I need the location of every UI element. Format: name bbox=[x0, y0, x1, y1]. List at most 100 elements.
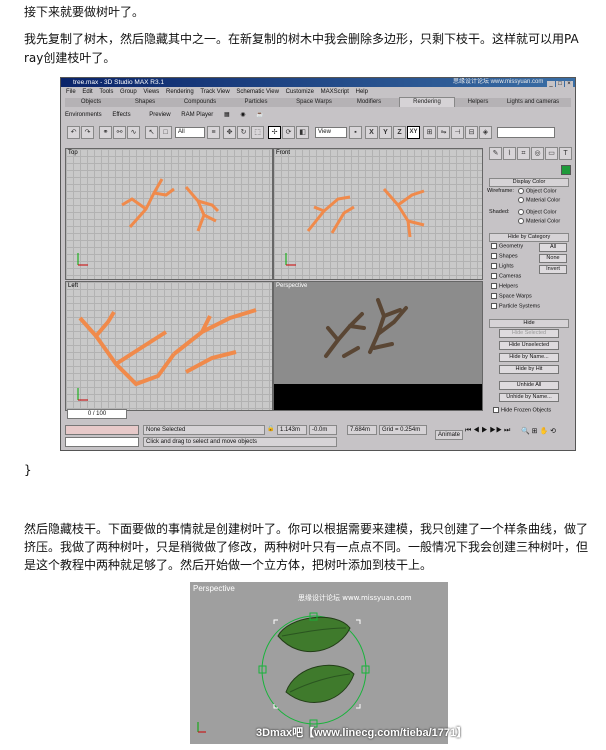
region-icon[interactable]: □ bbox=[159, 126, 172, 139]
shaded-material-color[interactable]: Material Color bbox=[518, 218, 560, 224]
pivot-icon[interactable]: ▪ bbox=[349, 126, 362, 139]
close-icon[interactable]: × bbox=[565, 81, 573, 88]
menu-rendering[interactable]: Rendering bbox=[166, 89, 194, 95]
unhide-all-button[interactable]: Unhide All bbox=[499, 381, 559, 390]
teapot-icon[interactable]: ☕ bbox=[256, 110, 263, 120]
environments-button[interactable]: Environments bbox=[65, 110, 102, 120]
axis-xy-button[interactable]: XY bbox=[407, 126, 420, 139]
tab-rendering[interactable]: Rendering bbox=[399, 97, 455, 107]
reference-coordinate-dropdown[interactable]: View bbox=[315, 127, 347, 138]
hide-selected-button[interactable]: Hide Selected bbox=[499, 329, 559, 338]
unlink-icon[interactable]: ⚯ bbox=[113, 126, 126, 139]
shaded-object-color[interactable]: Object Color bbox=[518, 209, 557, 215]
category-geometry[interactable]: Geometry bbox=[491, 243, 523, 249]
mirror-icon[interactable]: ⇋ bbox=[437, 126, 450, 139]
menu-maxscript[interactable]: MAXScript bbox=[321, 89, 349, 95]
create-icon[interactable]: ✎ bbox=[489, 147, 502, 160]
rotate-icon[interactable]: ↻ bbox=[237, 126, 250, 139]
category-helpers[interactable]: Helpers bbox=[491, 283, 518, 289]
snap-icon[interactable]: ⊞ bbox=[423, 126, 436, 139]
unhide-by-name-button[interactable]: Unhide by Name... bbox=[499, 393, 559, 402]
menu-schematic-view[interactable]: Schematic View bbox=[236, 89, 279, 95]
display-icon[interactable]: ▭ bbox=[545, 147, 558, 160]
display-color-rollout[interactable]: Display Color bbox=[489, 178, 569, 187]
category-particle-systems[interactable]: Particle Systems bbox=[491, 303, 540, 309]
hide-by-category-rollout[interactable]: Hide by Category bbox=[489, 233, 569, 242]
menu-track-view[interactable]: Track View bbox=[200, 89, 229, 95]
minimize-icon[interactable]: _ bbox=[547, 81, 555, 88]
hierarchy-icon[interactable]: ⌗ bbox=[517, 147, 530, 160]
hide-frozen-checkbox[interactable]: Hide Frozen Objects bbox=[493, 407, 551, 413]
tab-particles[interactable]: Particles bbox=[235, 98, 277, 107]
menu-file[interactable]: File bbox=[66, 89, 76, 95]
menu-edit[interactable]: Edit bbox=[82, 89, 92, 95]
category-space-warps[interactable]: Space Warps bbox=[491, 293, 532, 299]
tab-space-warps[interactable]: Space Warps bbox=[289, 98, 339, 107]
align-icon[interactable]: ⊣ bbox=[451, 126, 464, 139]
category-shapes[interactable]: Shapes bbox=[491, 253, 518, 259]
hide-by-hit-button[interactable]: Hide by Hit bbox=[499, 365, 559, 374]
menu-group[interactable]: Group bbox=[120, 89, 137, 95]
viewport-left[interactable]: Left bbox=[65, 281, 273, 411]
none-button[interactable]: None bbox=[539, 254, 567, 263]
tab-lights-cameras[interactable]: Lights and cameras bbox=[497, 98, 569, 107]
link-icon[interactable]: ⚭ bbox=[99, 126, 112, 139]
axis-y-button[interactable]: Y bbox=[379, 126, 392, 139]
select-move-icon[interactable]: ✥ bbox=[223, 126, 236, 139]
select-by-name-icon[interactable]: ≡ bbox=[207, 126, 220, 139]
tab-compounds[interactable]: Compounds bbox=[177, 98, 223, 107]
invert-button[interactable]: Invert bbox=[539, 265, 567, 274]
wireframe-material-color[interactable]: Material Color bbox=[518, 197, 560, 203]
animate-button[interactable]: Animate bbox=[435, 430, 463, 440]
utilities-icon[interactable]: T bbox=[559, 147, 572, 160]
hide-unselected-button[interactable]: Hide Unselected bbox=[499, 341, 559, 350]
time-slider[interactable]: 0 / 100 bbox=[67, 409, 127, 419]
category-lights[interactable]: Lights bbox=[491, 263, 514, 269]
material-editor-icon[interactable]: ◈ bbox=[479, 126, 492, 139]
menu-views[interactable]: Views bbox=[143, 89, 159, 95]
lock-icon[interactable]: 🔒 bbox=[267, 425, 274, 432]
named-selection-dropdown[interactable] bbox=[497, 127, 555, 138]
ram-player-button[interactable]: RAM Player bbox=[181, 110, 213, 120]
viewport-nav-icon[interactable]: 🔍 ⊞ ✋ ⟲ bbox=[521, 427, 556, 435]
viewport-front[interactable]: Front bbox=[273, 148, 483, 280]
scale-icon[interactable]: ⬚ bbox=[251, 126, 264, 139]
wireframe-object-color[interactable]: Object Color bbox=[518, 188, 557, 194]
quick-render-icon[interactable]: ◉ bbox=[240, 110, 245, 120]
preview-button[interactable]: Preview bbox=[149, 110, 170, 120]
tab-modifiers[interactable]: Modifiers bbox=[349, 98, 389, 107]
hide-rollout[interactable]: Hide bbox=[489, 319, 569, 328]
tab-objects[interactable]: Objects bbox=[71, 98, 111, 107]
menu-help[interactable]: Help bbox=[356, 89, 368, 95]
rotate-view-icon[interactable]: ⟳ bbox=[282, 126, 295, 139]
maxscript-input[interactable] bbox=[65, 437, 139, 447]
color-swatch[interactable] bbox=[561, 165, 571, 175]
tab-shapes[interactable]: Shapes bbox=[125, 98, 165, 107]
axis-z-button[interactable]: Z bbox=[393, 126, 406, 139]
viewport-perspective[interactable]: Perspective bbox=[273, 281, 483, 411]
all-button[interactable]: All bbox=[539, 243, 567, 252]
menu-customize[interactable]: Customize bbox=[286, 89, 314, 95]
effects-button[interactable]: Effects bbox=[112, 110, 130, 120]
modify-icon[interactable]: ⌇ bbox=[503, 147, 516, 160]
move-icon[interactable]: ✢ bbox=[268, 126, 281, 139]
bind-icon[interactable]: ∿ bbox=[127, 126, 140, 139]
maximize-icon[interactable]: □ bbox=[556, 81, 564, 88]
render-icon[interactable]: ▦ bbox=[224, 110, 230, 120]
redo-icon[interactable]: ↷ bbox=[81, 126, 94, 139]
category-cameras[interactable]: Cameras bbox=[491, 273, 521, 279]
track-view-icon[interactable]: ⊟ bbox=[465, 126, 478, 139]
hide-by-name-button[interactable]: Hide by Name... bbox=[499, 353, 559, 362]
viewport-top[interactable]: Top bbox=[65, 148, 273, 280]
undo-icon[interactable]: ↶ bbox=[67, 126, 80, 139]
selection-filter-dropdown[interactable]: All bbox=[175, 127, 205, 138]
tab-helpers[interactable]: Helpers bbox=[461, 98, 495, 107]
maxscript-listener[interactable] bbox=[65, 425, 139, 435]
playback-controls-icon[interactable]: ⏮ ◀ ▶ ▶▶ ⏭ bbox=[465, 427, 510, 435]
menu-tools[interactable]: Tools bbox=[99, 89, 113, 95]
motion-icon[interactable]: ◎ bbox=[531, 147, 544, 160]
uniform-scale-icon[interactable]: ◧ bbox=[296, 126, 309, 139]
selection-status: None Selected bbox=[143, 425, 265, 435]
select-icon[interactable]: ↖ bbox=[145, 126, 158, 139]
axis-x-button[interactable]: X bbox=[365, 126, 378, 139]
